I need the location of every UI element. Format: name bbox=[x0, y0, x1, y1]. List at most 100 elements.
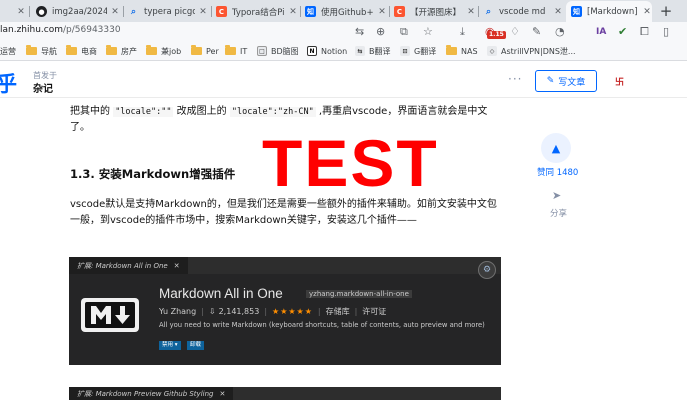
download-icon[interactable]: ⤓ bbox=[460, 24, 465, 39]
browser-tab[interactable]: ● img2aa/2024 ✕ bbox=[36, 1, 120, 22]
bookmark-folder[interactable]: NAS bbox=[446, 44, 478, 58]
zhihu-logo[interactable]: 乎 bbox=[0, 68, 17, 98]
share-label[interactable]: 分享 bbox=[550, 207, 567, 219]
tab-title: Typora结合Pic bbox=[232, 7, 285, 18]
close-icon[interactable]: ✕ bbox=[377, 7, 387, 17]
vscode-extension-screenshot: 扩展: Markdown All in One ✕ ⚙ Markdown All… bbox=[69, 257, 501, 365]
write-article-button[interactable]: ✎ 写文章 bbox=[535, 70, 597, 92]
bookmark-folder[interactable]: IT bbox=[225, 44, 247, 58]
folder-icon bbox=[225, 45, 236, 55]
close-icon[interactable]: ✕ bbox=[642, 7, 652, 17]
close-icon: ✕ bbox=[219, 389, 226, 398]
browser-tab[interactable]: ⌕ vscode md ✕ bbox=[483, 1, 563, 22]
bookmark-label: Per bbox=[206, 46, 219, 56]
browser-tab-strip: ✕ ● img2aa/2024 ✕ ⌕ typera picgo ✕ C Typ… bbox=[0, 0, 687, 22]
close-icon: ✕ bbox=[173, 261, 180, 270]
close-icon[interactable]: ✕ bbox=[466, 7, 476, 17]
new-tab-button[interactable]: + bbox=[655, 1, 677, 21]
bookmark-label: Notion bbox=[321, 46, 348, 56]
zoom-icon[interactable]: ⊕ bbox=[376, 24, 385, 39]
folder-icon bbox=[146, 45, 157, 55]
extension-author: Yu Zhang bbox=[159, 307, 197, 316]
zhihu-icon: 知 bbox=[571, 6, 582, 17]
browser-tab[interactable]: ⌕ typera picgo ✕ bbox=[128, 1, 208, 22]
settings-gear-icon: ⚙ bbox=[478, 261, 496, 279]
bookmark-folder[interactable]: 兼job bbox=[146, 44, 181, 58]
url-text[interactable]: lan.zhihu.com/p/56943330 bbox=[0, 25, 121, 35]
folder-icon bbox=[26, 45, 37, 55]
bookmark-site[interactable]: ⇆ B翻译 bbox=[355, 44, 391, 58]
bookmark-label: B翻译 bbox=[369, 46, 391, 56]
editor-tab-label: 扩展: Markdown All in One bbox=[77, 261, 168, 270]
extension-icon[interactable]: IA bbox=[596, 24, 606, 39]
more-options-icon[interactable]: ··· bbox=[508, 72, 522, 86]
bookmark-folder[interactable]: Per bbox=[191, 44, 219, 58]
bookmark-site[interactable]: ⊡ G翻译 bbox=[400, 44, 436, 58]
translate-icon[interactable]: ⇆ bbox=[355, 24, 364, 39]
share-icon[interactable]: ➤ bbox=[552, 189, 561, 202]
bookmark-label: NAS bbox=[461, 46, 478, 56]
upvote-count[interactable]: 赞同 1480 bbox=[537, 166, 578, 178]
bookmark-label: BD脑图 bbox=[271, 46, 299, 56]
extension-icon[interactable]: ♢ bbox=[510, 24, 520, 39]
disable-button: 禁用 ▾ bbox=[159, 341, 181, 350]
bookmark-label: 导航 bbox=[41, 46, 57, 56]
folder-icon bbox=[191, 45, 202, 55]
tab-title: 【开源图床】 bbox=[410, 7, 462, 18]
browser-tab[interactable]: ✕ bbox=[0, 1, 26, 22]
tab-title: [Markdown] bbox=[587, 6, 638, 17]
sidebar-icon[interactable]: ▯ bbox=[663, 24, 669, 39]
markdown-logo-icon bbox=[81, 298, 139, 332]
extension-installs: 2,141,853 bbox=[218, 307, 260, 316]
bookmark-site[interactable]: N Notion bbox=[307, 44, 347, 58]
close-icon[interactable]: ✕ bbox=[110, 7, 120, 17]
bookmark-label: G翻译 bbox=[414, 46, 437, 56]
baidu-naotu-icon: □ bbox=[257, 46, 267, 56]
csdn-icon: C bbox=[394, 6, 405, 17]
browser-tab-active[interactable]: 知 [Markdown] ✕ bbox=[566, 1, 652, 22]
bookmark-folder[interactable]: 房产 bbox=[106, 44, 137, 58]
tab-title: typera picgo bbox=[144, 6, 195, 17]
extension-id: yzhang.markdown-all-in-one bbox=[306, 290, 412, 298]
upvote-button[interactable]: ▲ bbox=[541, 133, 571, 163]
browser-tab[interactable]: 知 使用Github+p ✕ bbox=[305, 1, 387, 22]
close-icon[interactable]: ✕ bbox=[198, 7, 208, 17]
bookmark-folder[interactable]: 导航 bbox=[26, 44, 57, 58]
extension-icon[interactable]: ◔ bbox=[555, 24, 565, 39]
zhihu-icon: 知 bbox=[305, 6, 316, 17]
extension-icon[interactable]: ✎ bbox=[532, 24, 541, 39]
csdn-icon: C bbox=[216, 6, 227, 17]
bookmark-site[interactable]: □ BD脑图 bbox=[257, 44, 299, 58]
bookmark-folder[interactable]: 电商 bbox=[66, 44, 97, 58]
browser-tab[interactable]: C Typora结合Pic ✕ bbox=[216, 1, 298, 22]
bookmark-label: 兼job bbox=[161, 46, 182, 56]
folder-icon bbox=[66, 45, 77, 55]
avatar[interactable]: 卐 bbox=[612, 71, 632, 91]
reader-mode-icon[interactable]: ⧉ bbox=[400, 24, 408, 39]
close-icon[interactable]: ✕ bbox=[553, 7, 563, 17]
bookmark-folder[interactable]: 运营 bbox=[0, 44, 16, 58]
google-translate-icon: ⊡ bbox=[400, 46, 410, 56]
editor-tab-bar: 扩展: Markdown All in One ✕ bbox=[69, 257, 501, 274]
extensions-puzzle-icon[interactable]: ⧠ bbox=[640, 24, 649, 39]
uninstall-button: 卸载 bbox=[187, 341, 205, 350]
search-icon: ⌕ bbox=[130, 6, 137, 17]
astrill-icon: ◇ bbox=[487, 46, 497, 56]
extension-icon[interactable]: ✔ bbox=[618, 24, 627, 39]
bookmark-label: AstrillVPN|DNS泄... bbox=[501, 46, 576, 56]
extension-description: All you need to write Markdown (keyboard… bbox=[159, 321, 485, 329]
column-name-link[interactable]: 杂记 bbox=[33, 80, 53, 95]
close-icon[interactable]: ✕ bbox=[288, 7, 298, 17]
address-bar[interactable]: lan.zhihu.com/p/56943330 ⇆ ⊕ ⧉ ☆ ⤓ ◉ ♢ ✎… bbox=[0, 22, 687, 41]
browser-tab[interactable]: C 【开源图床】 ✕ bbox=[394, 1, 476, 22]
write-article-label: 写文章 bbox=[558, 77, 586, 88]
cloud-download-icon: ⇩ bbox=[208, 307, 216, 316]
bookmark-site[interactable]: ◇ AstrillVPN|DNS泄... bbox=[487, 44, 576, 58]
repository-link: 存储库 bbox=[325, 307, 350, 316]
bookmark-star-icon[interactable]: ☆ bbox=[423, 24, 433, 39]
close-icon[interactable]: ✕ bbox=[16, 7, 26, 17]
test-watermark: TEST bbox=[262, 126, 439, 200]
upvote-triangle-icon: ▲ bbox=[551, 141, 561, 155]
avatar-image: 卐 bbox=[614, 73, 630, 89]
extension-badge: 1.15 bbox=[487, 31, 506, 39]
